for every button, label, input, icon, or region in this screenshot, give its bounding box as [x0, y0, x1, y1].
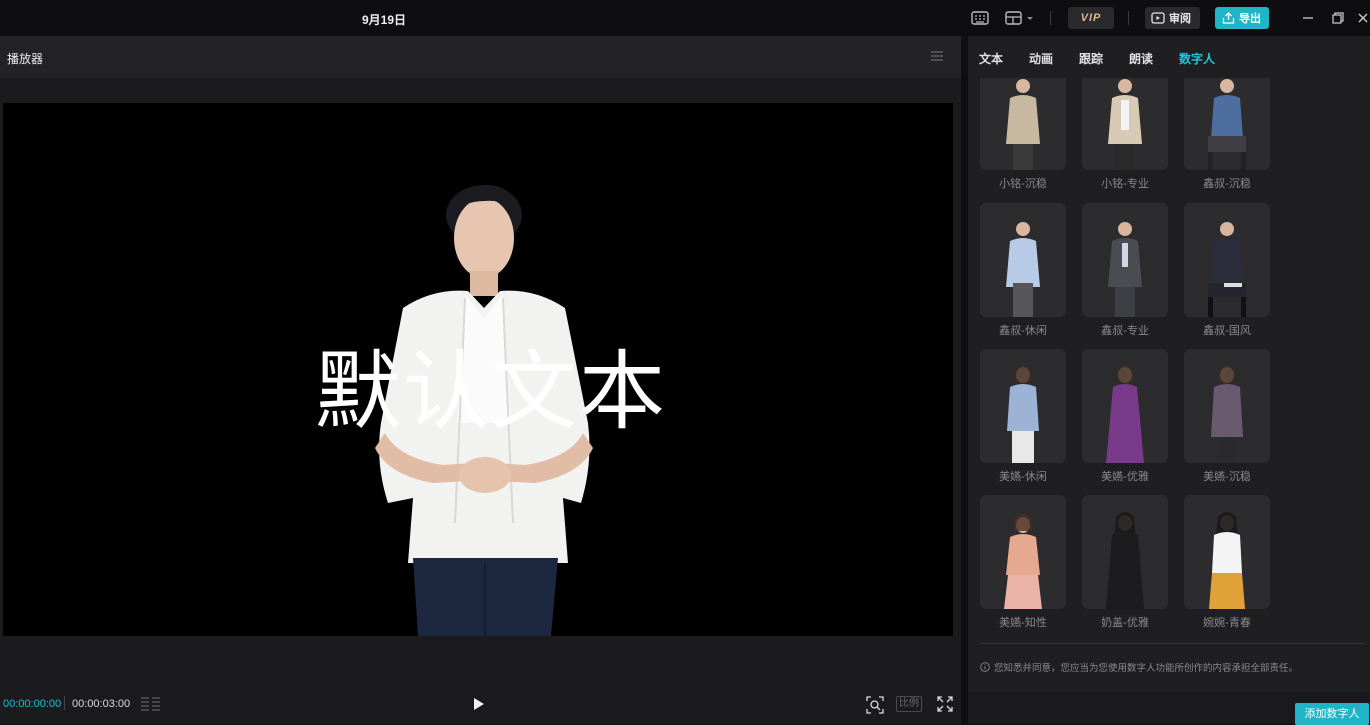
keyboard-icon[interactable] — [970, 9, 990, 27]
avatar-label: 小铭-沉稳 — [999, 178, 1047, 190]
avatar-card[interactable]: 美嬿-知性 — [980, 495, 1066, 630]
avatar-thumbnail — [1184, 78, 1270, 170]
avatar-card[interactable]: 小铭-专业 — [1082, 78, 1168, 191]
avatar-card[interactable]: 小铭-沉稳 — [980, 78, 1066, 191]
divider — [1128, 11, 1129, 25]
avatar-thumbnail — [1082, 78, 1168, 170]
info-icon — [980, 662, 990, 672]
avatar-thumbnail — [980, 349, 1066, 463]
tab-bar: 文本 动画 跟踪 朗读 数字人 — [968, 36, 1370, 78]
fullscreen-icon[interactable] — [937, 696, 953, 712]
current-time: 00:00:00:00 — [3, 698, 62, 710]
avatar-thumbnail — [1184, 495, 1270, 609]
avatar-label: 小铭-专业 — [1101, 178, 1149, 190]
tab-tracking[interactable]: 跟踪 — [1079, 50, 1103, 67]
menu-icon[interactable] — [930, 50, 944, 62]
project-title: 9月19日 — [362, 13, 407, 27]
export-button[interactable]: 导出 — [1215, 7, 1269, 29]
avatar-label: 美嬿-沉稳 — [1203, 471, 1251, 483]
play-icon[interactable] — [470, 696, 486, 712]
top-bar: 9月19日 VIP 审阅 导出 — [0, 0, 1370, 36]
tab-digital-human[interactable]: 数字人 — [1179, 50, 1215, 67]
avatar-card[interactable]: 奶盖-优雅 — [1082, 495, 1168, 630]
layout-dropdown-icon[interactable] — [1004, 9, 1036, 27]
avatar-card[interactable]: 鑫叔-休闲 — [980, 203, 1066, 338]
avatar-label: 鑫叔-专业 — [1101, 325, 1149, 337]
avatar-thumbnail — [980, 78, 1066, 170]
player-title: 播放器 — [7, 52, 44, 66]
time-divider — [64, 696, 65, 710]
avatar-label: 鑫叔-国风 — [1203, 325, 1251, 337]
avatar-label: 鑫叔-休闲 — [999, 325, 1047, 337]
avatar-card[interactable]: 美嬿-休闲 — [980, 349, 1066, 484]
avatar-label: 奶盖-优雅 — [1101, 617, 1149, 629]
tab-text[interactable]: 文本 — [979, 50, 1003, 67]
panel-divider[interactable] — [961, 36, 968, 724]
avatar-card[interactable]: 美嬿-沉稳 — [1184, 349, 1270, 484]
restore-icon[interactable] — [1330, 10, 1346, 26]
video-canvas[interactable]: 默认文本 — [3, 103, 953, 636]
avatar-card[interactable]: 鑫叔-沉稳 — [1184, 78, 1270, 191]
overlay-text[interactable]: 默认文本 — [315, 321, 667, 446]
player-panel: 播放器 默认文本 00:00:00:00 00:00:03:00 比例 — [0, 36, 961, 724]
avatar-thumbnail — [1184, 203, 1270, 317]
avatar-label: 美嬿-优雅 — [1101, 471, 1149, 483]
avatar-thumbnail — [980, 495, 1066, 609]
divider — [980, 643, 1365, 644]
scrollbar[interactable] — [1364, 78, 1370, 638]
tab-animation[interactable]: 动画 — [1029, 50, 1053, 67]
avatar-thumbnail — [1082, 495, 1168, 609]
disclaimer: 您知悉并同意，您应当为您使用数字人功能所创作的内容承担全部责任。 — [980, 660, 1298, 674]
side-panel: 文本 动画 跟踪 朗读 数字人 小铭-沉稳 小铭-专业 鑫叔-沉稳 鑫叔-休闲 … — [968, 36, 1370, 725]
tab-read-aloud[interactable]: 朗读 — [1129, 50, 1153, 67]
avatar-grid[interactable]: 小铭-沉稳 小铭-专业 鑫叔-沉稳 鑫叔-休闲 鑫叔-专业 鑫叔-国风 美嬿-休… — [968, 78, 1370, 638]
review-label: 审阅 — [1169, 13, 1191, 25]
disclaimer-text: 您知悉并同意，您应当为您使用数字人功能所创作的内容承担全部责任。 — [994, 663, 1299, 674]
avatar-thumbnail — [1184, 349, 1270, 463]
ratio-button[interactable]: 比例 — [896, 696, 922, 712]
review-icon — [1151, 12, 1165, 24]
avatar-label: 婉婉-青春 — [1203, 617, 1251, 629]
minimize-icon[interactable] — [1300, 10, 1316, 26]
avatar-card[interactable]: 鑫叔-专业 — [1082, 203, 1168, 338]
divider — [1050, 11, 1051, 25]
upload-icon — [1222, 12, 1235, 24]
avatar-thumbnail — [1082, 349, 1168, 463]
review-button[interactable]: 审阅 — [1145, 7, 1200, 29]
avatar-card[interactable]: 鑫叔-国风 — [1184, 203, 1270, 338]
avatar-card[interactable]: 美嬿-优雅 — [1082, 349, 1168, 484]
avatar-label: 美嬿-知性 — [999, 617, 1047, 629]
avatar-thumbnail — [980, 203, 1066, 317]
player-header: 播放器 — [0, 36, 961, 78]
total-time: 00:00:03:00 — [72, 698, 131, 710]
add-digital-human-button[interactable]: 添加数字人 — [1295, 703, 1369, 725]
zoom-fit-icon[interactable] — [866, 696, 884, 714]
avatar-card[interactable]: 婉婉-青春 — [1184, 495, 1270, 630]
avatar-thumbnail — [1082, 203, 1168, 317]
close-icon[interactable] — [1356, 10, 1370, 26]
avatar-label: 鑫叔-沉稳 — [1203, 178, 1251, 190]
vip-badge[interactable]: VIP — [1068, 7, 1114, 29]
avatar-label: 美嬿-休闲 — [999, 471, 1047, 483]
timecode-grid-icon[interactable] — [140, 696, 162, 712]
export-label: 导出 — [1239, 13, 1261, 25]
